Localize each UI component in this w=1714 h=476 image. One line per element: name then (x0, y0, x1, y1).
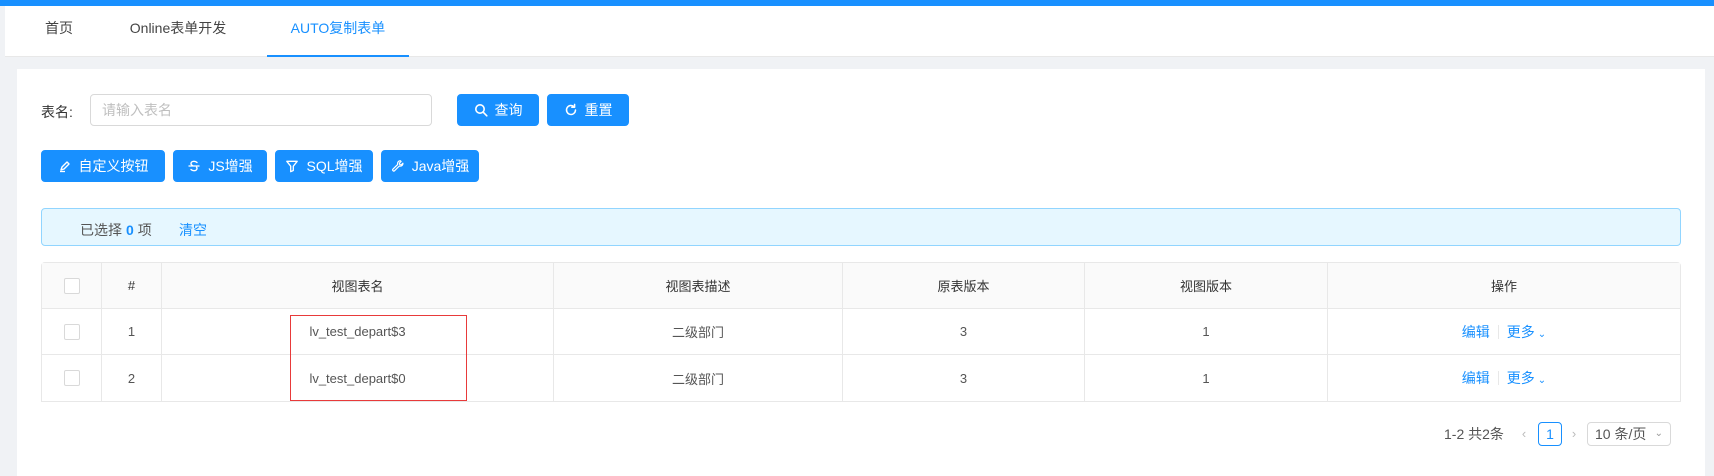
content-card: 表名: 查询 重置 自定义按钮 JS增强 SQL增强 Java增强 已选择0项 … (17, 69, 1705, 476)
select-all-checkbox[interactable] (63, 277, 80, 294)
more-dropdown[interactable]: 更多 ⌄ (1507, 368, 1546, 388)
page-size-select[interactable]: 10 条/页 ⌄ (1587, 422, 1671, 446)
row-select-cell (42, 309, 102, 354)
row-index: 2 (102, 355, 162, 401)
chevron-down-icon: ⌄ (1654, 428, 1663, 439)
query-button-label: 查询 (494, 102, 523, 118)
row-index: 1 (102, 309, 162, 354)
row-checkbox[interactable] (63, 323, 80, 340)
row-view-name: lv_test_depart$3 (162, 309, 554, 354)
page-number-1[interactable]: 1 (1538, 422, 1562, 446)
data-table: # 视图表名 视图表描述 原表版本 视图版本 操作 1 lv_test_depa… (41, 262, 1681, 402)
selection-count: 0 (126, 222, 134, 238)
page-size-label: 10 条/页 (1595, 426, 1647, 442)
header-view-version: 视图版本 (1085, 263, 1328, 308)
row-view-desc: 二级部门 (554, 355, 843, 401)
row-action-group: 编辑 更多 ⌄ (1462, 368, 1546, 388)
header-actions: 操作 (1490, 279, 1517, 294)
filter-icon (286, 160, 299, 173)
more-label: 更多 (1506, 323, 1535, 340)
table-row: 2 lv_test_depart$0 二级部门 3 1 编辑 更多 ⌄ (42, 355, 1680, 401)
tool-icon (391, 160, 404, 172)
row-view-desc: 二级部门 (554, 309, 843, 354)
sql-enhance-button[interactable]: SQL增强 (275, 150, 373, 182)
table-header-row: # 视图表名 视图表描述 原表版本 视图版本 操作 (42, 263, 1680, 309)
selection-info: 已选择 0 项 (80, 220, 152, 240)
row-actions: 编辑 更多 ⌄ (1328, 309, 1680, 354)
query-button[interactable]: 查询 (457, 94, 539, 126)
row-orig-version: 3 (843, 309, 1085, 354)
header-orig-version: 原表版本 (843, 263, 1085, 308)
selection-suffix: 项 (137, 222, 152, 238)
strikethrough-icon (188, 160, 200, 172)
row-actions: 编辑 更多 ⌄ (1328, 355, 1680, 401)
table-name-label: 表名: (41, 104, 73, 120)
more-dropdown[interactable]: 更多 ⌄ (1507, 322, 1546, 342)
row-checkbox[interactable] (63, 370, 80, 386)
action-divider (1497, 324, 1499, 339)
header-index: # (102, 263, 162, 308)
edit-link[interactable]: 编辑 (1462, 322, 1490, 342)
custom-button-button[interactable]: 自定义按钮 (41, 150, 165, 182)
row-action-group: 编辑 更多 ⌄ (1462, 322, 1546, 342)
header-select-cell (42, 263, 102, 308)
java-enhance-button[interactable]: Java增强 (381, 150, 479, 182)
pagination-total: 1-2 共2条 (1444, 426, 1504, 442)
selection-alert: 已选择 0 项 清空 (41, 208, 1681, 246)
more-label: 更多 (1506, 370, 1535, 386)
java-enhance-label: Java增强 (411, 158, 470, 174)
row-view-version: 1 (1085, 309, 1328, 354)
header-view-desc: 视图表描述 (554, 263, 843, 308)
sql-enhance-label: SQL增强 (306, 158, 363, 174)
clear-selection-link[interactable]: 清空 (179, 220, 207, 240)
prev-page-icon[interactable]: ‹ (1516, 422, 1532, 446)
table-row: 1 lv_test_depart$3 二级部门 3 1 编辑 更多 ⌄ (42, 309, 1680, 355)
reload-icon (565, 103, 576, 116)
row-view-name: lv_test_depart$0 (162, 355, 554, 401)
js-enhance-label: JS增强 (208, 158, 253, 174)
tab-auto-copy-form[interactable]: AUTO复制表单 (267, 6, 409, 57)
tab-online-form-dev[interactable]: Online表单开发 (117, 6, 239, 57)
selection-prefix: 已选择 (80, 222, 122, 238)
reset-button-label: 重置 (584, 102, 613, 118)
action-divider (1497, 371, 1499, 385)
chevron-down-icon: ⌄ (1537, 375, 1547, 386)
next-page-icon[interactable]: › (1566, 422, 1582, 446)
row-select-cell (42, 355, 102, 401)
js-enhance-button[interactable]: JS增强 (173, 150, 267, 182)
edit-link[interactable]: 编辑 (1462, 368, 1490, 388)
reset-button[interactable]: 重置 (547, 94, 629, 126)
tab-home[interactable]: 首页 (33, 6, 85, 57)
table-name-input[interactable] (90, 94, 432, 126)
tab-bar: 首页 Online表单开发 AUTO复制表单 (5, 6, 1714, 57)
row-orig-version: 3 (843, 355, 1085, 401)
custom-button-label: 自定义按钮 (78, 158, 149, 174)
highlight-icon (59, 161, 70, 173)
chevron-down-icon: ⌄ (1537, 328, 1547, 340)
search-icon (474, 104, 488, 117)
row-view-version: 1 (1085, 355, 1328, 401)
header-view-name: 视图表名 (162, 263, 554, 308)
